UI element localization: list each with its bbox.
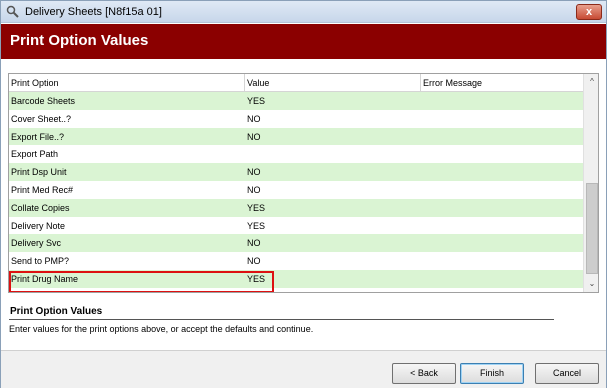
table-row[interactable]: Print Dsp Unit NO — [9, 163, 583, 181]
cell-value[interactable]: YES — [245, 92, 421, 110]
cell-print-option[interactable]: Export Path — [9, 145, 245, 163]
scroll-thumb[interactable] — [586, 183, 598, 274]
table-row[interactable]: Send to PMP? NO — [9, 252, 583, 270]
cell-value[interactable]: YES — [245, 217, 421, 235]
close-button[interactable]: x — [576, 4, 602, 20]
grid-header: Print Option Value Error Message — [9, 74, 583, 92]
description-text: Enter values for the print options above… — [9, 324, 314, 334]
app-icon — [6, 5, 19, 18]
cell-print-option[interactable]: Delivery Svc — [9, 234, 245, 252]
cell-print-option[interactable]: Export File..? — [9, 128, 245, 146]
dialog-window: Delivery Sheets [N8f15a 01] x Print Opti… — [0, 0, 607, 388]
table-row[interactable]: Print Drug Name YES — [9, 269, 583, 288]
cell-print-option[interactable]: Print Med Rec# — [9, 181, 245, 199]
cell-error-message[interactable] — [421, 128, 583, 146]
grid-rows: Barcode Sheets YES Cover Sheet..? NO Export … — [9, 92, 583, 288]
column-header-error-message[interactable]: Error Message — [421, 74, 583, 92]
header-banner: Print Option Values — [1, 24, 606, 59]
cell-print-option[interactable]: Print Dsp Unit — [9, 163, 245, 181]
back-button[interactable]: < Back — [392, 363, 456, 384]
cell-error-message[interactable] — [421, 145, 583, 163]
description-title: Print Option Values — [10, 306, 103, 317]
table-row[interactable]: Export Path — [9, 145, 583, 163]
window-title: Delivery Sheets [N8f15a 01] — [25, 6, 162, 18]
cell-error-message[interactable] — [421, 217, 583, 235]
finish-button[interactable]: Finish — [460, 363, 524, 384]
cell-error-message[interactable] — [421, 270, 583, 288]
cancel-button[interactable]: Cancel — [535, 363, 599, 384]
table-row[interactable]: Cover Sheet..? NO — [9, 110, 583, 128]
scroll-down-icon[interactable]: ⌄ — [584, 276, 598, 292]
cell-print-option[interactable]: Collate Copies — [9, 199, 245, 217]
scroll-up-icon[interactable]: ^ — [584, 74, 598, 90]
column-header-print-option[interactable]: Print Option — [9, 74, 245, 92]
table-row[interactable]: Print Med Rec# NO — [9, 181, 583, 199]
table-row[interactable]: Delivery Note YES — [9, 217, 583, 235]
cell-error-message[interactable] — [421, 252, 583, 270]
cell-value[interactable]: NO — [245, 181, 421, 199]
print-options-grid[interactable]: Print Option Value Error Message Barcode… — [8, 73, 599, 293]
cell-error-message[interactable] — [421, 110, 583, 128]
cell-print-option[interactable]: Cover Sheet..? — [9, 110, 245, 128]
cell-error-message[interactable] — [421, 199, 583, 217]
cell-error-message[interactable] — [421, 234, 583, 252]
cell-print-option[interactable]: Delivery Note — [9, 217, 245, 235]
cell-error-message[interactable] — [421, 181, 583, 199]
footer: < Back Finish Cancel — [1, 350, 606, 388]
cell-value[interactable]: YES — [245, 199, 421, 217]
divider — [9, 319, 554, 320]
cell-value[interactable]: NO — [245, 252, 421, 270]
cell-value[interactable]: NO — [245, 163, 421, 181]
table-row[interactable]: Delivery Svc NO — [9, 234, 583, 253]
cell-value[interactable]: YES — [245, 270, 421, 288]
vertical-scrollbar[interactable]: ^ ⌄ — [583, 74, 598, 292]
cell-value[interactable] — [245, 145, 421, 163]
table-row[interactable]: Export File..? NO — [9, 127, 583, 146]
cell-value[interactable]: NO — [245, 128, 421, 146]
table-row[interactable]: Collate Copies YES — [9, 198, 583, 217]
cell-value[interactable]: NO — [245, 234, 421, 252]
cell-print-option[interactable]: Barcode Sheets — [9, 92, 245, 110]
cell-print-option[interactable]: Send to PMP? — [9, 252, 245, 270]
cell-error-message[interactable] — [421, 163, 583, 181]
column-header-value[interactable]: Value — [245, 74, 421, 92]
title-bar[interactable]: Delivery Sheets [N8f15a 01] x — [1, 1, 606, 23]
page-title: Print Option Values — [10, 32, 149, 49]
cell-print-option[interactable]: Print Drug Name — [9, 270, 245, 288]
cell-value[interactable]: NO — [245, 110, 421, 128]
table-row[interactable]: Barcode Sheets YES — [9, 92, 583, 110]
cell-error-message[interactable] — [421, 92, 583, 110]
